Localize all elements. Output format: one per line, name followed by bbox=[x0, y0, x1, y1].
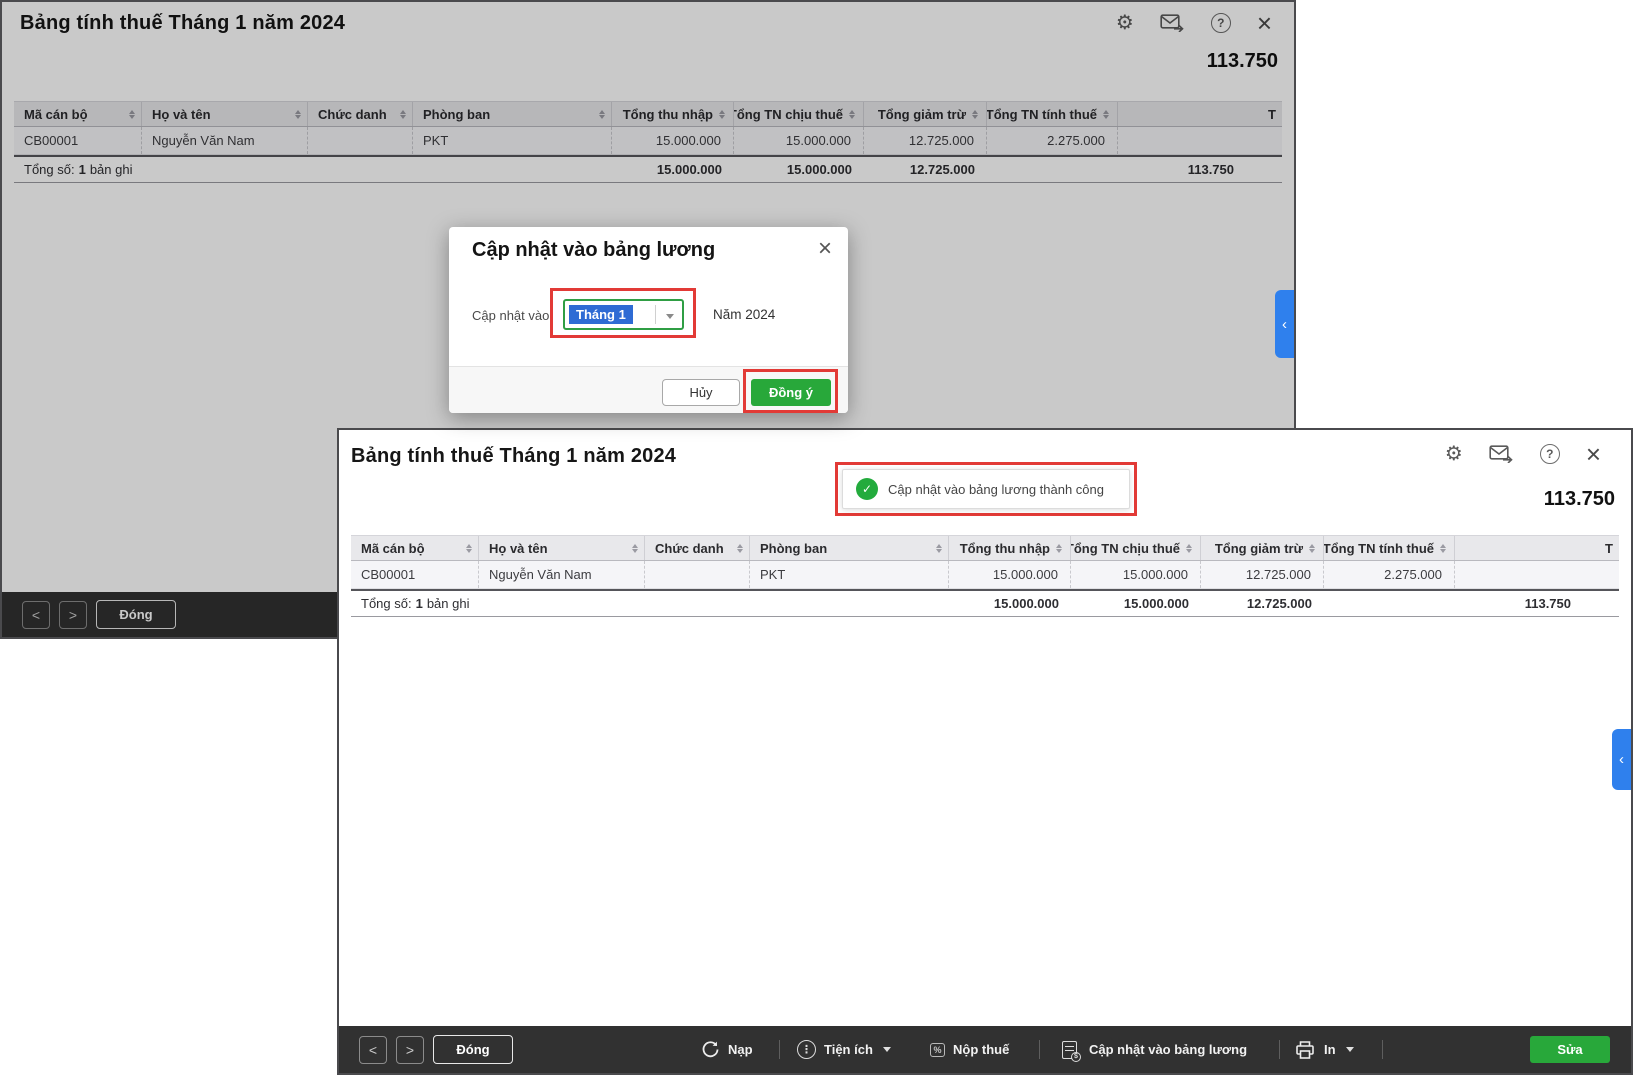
success-toast: ✓ Cập nhật vào bảng lương thành công bbox=[842, 469, 1130, 509]
side-panel-tab[interactable]: ‹ bbox=[1612, 729, 1631, 790]
footer-total: 113.750 bbox=[1455, 591, 1619, 616]
sort-icon bbox=[1186, 544, 1192, 553]
cancel-button[interactable]: Hủy bbox=[662, 379, 740, 406]
col-header-tong-tn-tinh-thue[interactable]: Tổng TN tính thuế bbox=[1324, 536, 1455, 560]
col-header-tong-tn-chiu-thue[interactable]: Tổng TN chịu thuế bbox=[1071, 536, 1201, 560]
annotation-box-toast: ✓ Cập nhật vào bảng lương thành công bbox=[835, 462, 1137, 516]
nav-forward-button[interactable]: > bbox=[396, 1036, 424, 1064]
dialog-close-icon[interactable]: × bbox=[818, 235, 832, 263]
side-panel-tab[interactable]: ‹ bbox=[1275, 290, 1294, 358]
col-header-ma-can-bo[interactable]: Mã cán bộ bbox=[351, 536, 479, 560]
dialog-title: Cập nhật vào bảng lương bbox=[472, 239, 715, 262]
sort-icon bbox=[1309, 544, 1315, 553]
panel-chevron-icon: ‹ bbox=[1282, 316, 1287, 333]
month-select[interactable]: Tháng 1 bbox=[563, 299, 684, 330]
table-header-row: Mã cán bộ Họ và tên Chức danh Phòng ban … bbox=[351, 535, 1619, 561]
tax-table: Mã cán bộ Họ và tên Chức danh Phòng ban … bbox=[351, 535, 1619, 617]
pay-tax-button[interactable]: % Nộp thuế bbox=[930, 1026, 1009, 1073]
close-icon[interactable]: × bbox=[1586, 444, 1601, 464]
percent-icon: % bbox=[930, 1043, 945, 1057]
table-summary-row: Tổng số:1bản ghi 15.000.000 15.000.000 1… bbox=[351, 589, 1619, 617]
caret-down-icon bbox=[883, 1047, 891, 1052]
table-row[interactable]: CB00001 Nguyễn Văn Nam PKT 15.000.000 15… bbox=[351, 561, 1619, 589]
update-payroll-button[interactable]: $ Cập nhật vào bảng lương bbox=[1062, 1026, 1247, 1073]
footer-total: 15.000.000 bbox=[1071, 591, 1201, 616]
close-button[interactable]: Đóng bbox=[433, 1035, 513, 1064]
help-icon[interactable]: ? bbox=[1540, 444, 1560, 464]
edit-button[interactable]: Sửa bbox=[1530, 1036, 1610, 1063]
payroll-document-icon: $ bbox=[1062, 1041, 1077, 1059]
toolbar-separator bbox=[1279, 1040, 1280, 1059]
toolbar-separator bbox=[1382, 1040, 1383, 1059]
update-payroll-dialog: Cập nhật vào bảng lương × Cập nhật vào T… bbox=[449, 227, 848, 413]
toast-message: Cập nhật vào bảng lương thành công bbox=[888, 482, 1104, 497]
utilities-icon: ⋮ bbox=[797, 1040, 816, 1059]
sort-icon bbox=[936, 544, 942, 553]
footer-total: 15.000.000 bbox=[949, 591, 1071, 616]
select-caret-icon bbox=[666, 314, 674, 319]
col-header-tong-giam-tru[interactable]: Tổng giảm trừ bbox=[1201, 536, 1324, 560]
field-label: Cập nhật vào bbox=[472, 308, 549, 323]
col-header-tong-thu-nhap[interactable]: Tổng thu nhập bbox=[949, 536, 1071, 560]
nav-back-button[interactable]: < bbox=[359, 1036, 387, 1064]
col-header-ho-va-ten[interactable]: Họ và tên bbox=[479, 536, 645, 560]
caret-down-icon bbox=[1346, 1047, 1354, 1052]
footer-total-empty bbox=[1324, 591, 1455, 616]
settings-icon[interactable]: ⚙ bbox=[1445, 443, 1463, 465]
window-tax-table-front: Bảng tính thuế Tháng 1 năm 2024 ⚙ ? × ✓ … bbox=[337, 428, 1633, 1075]
print-button[interactable]: In bbox=[1294, 1026, 1354, 1073]
col-header-clipped[interactable]: T bbox=[1455, 536, 1619, 560]
col-header-chuc-danh[interactable]: Chức danh bbox=[645, 536, 750, 560]
chevron-left-icon: < bbox=[369, 1042, 377, 1058]
month-select-value: Tháng 1 bbox=[569, 305, 633, 324]
success-check-icon: ✓ bbox=[856, 478, 878, 500]
sort-icon bbox=[466, 544, 472, 553]
sort-icon bbox=[632, 544, 638, 553]
bottom-toolbar: < > Đóng Nạp ⋮ Tiện ích % Nộp thuế $ bbox=[339, 1026, 1631, 1073]
page-title: Bảng tính thuế Tháng 1 năm 2024 bbox=[351, 445, 676, 468]
panel-chevron-icon: ‹ bbox=[1619, 751, 1624, 768]
year-label: Năm 2024 bbox=[713, 307, 775, 322]
footer-total: 12.725.000 bbox=[1201, 591, 1324, 616]
chevron-right-icon: > bbox=[406, 1042, 414, 1058]
confirm-button[interactable]: Đồng ý bbox=[751, 379, 831, 406]
sort-icon bbox=[737, 544, 743, 553]
send-mail-icon[interactable] bbox=[1489, 445, 1514, 463]
toolbar-separator bbox=[1039, 1040, 1040, 1059]
printer-icon bbox=[1294, 1040, 1316, 1060]
sort-icon bbox=[1440, 544, 1446, 553]
utilities-button[interactable]: ⋮ Tiện ích bbox=[797, 1026, 891, 1073]
record-count: Tổng số:1bản ghi bbox=[351, 591, 949, 616]
col-header-phong-ban[interactable]: Phòng ban bbox=[750, 536, 949, 560]
reload-button[interactable]: Nạp bbox=[701, 1026, 753, 1073]
reload-icon bbox=[701, 1040, 720, 1059]
total-tax-amount: 113.750 bbox=[1544, 488, 1615, 511]
sort-icon bbox=[1056, 544, 1062, 553]
toolbar-separator bbox=[779, 1040, 780, 1059]
